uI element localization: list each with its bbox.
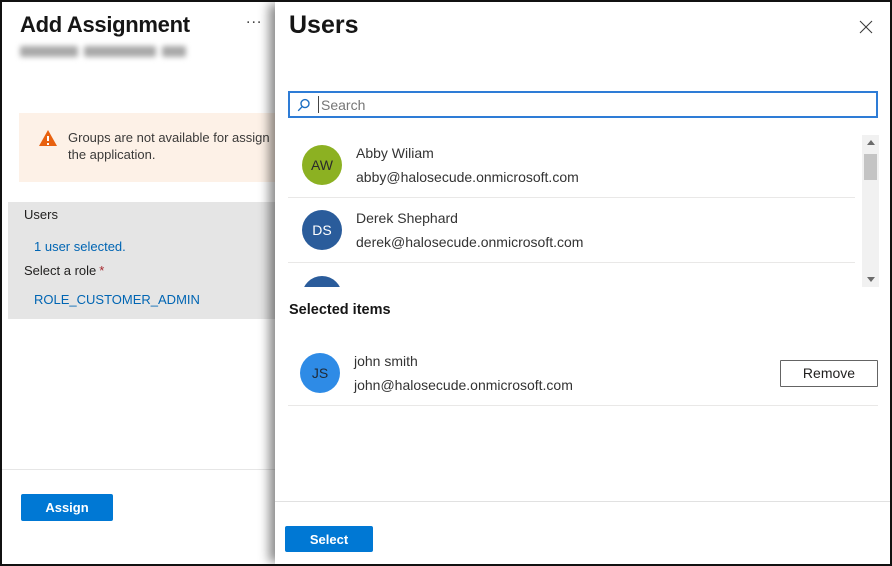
user-email: john@halosecude.onmicrosoft.com: [354, 377, 766, 393]
screenshot-root: Add Assignment ... Groups are not availa…: [0, 0, 892, 566]
avatar: DS: [302, 276, 342, 288]
close-icon[interactable]: [858, 19, 874, 35]
users-picker-panel: Users Search AW Abby Wiliam abby@halosec…: [275, 2, 890, 564]
more-options-button[interactable]: ...: [246, 10, 262, 28]
list-scrollbar[interactable]: [862, 135, 879, 287]
assignment-form-section: Users 1 user selected. Select a role* RO…: [8, 202, 275, 319]
select-button[interactable]: Select: [285, 526, 373, 552]
add-assignment-panel: Add Assignment ... Groups are not availa…: [2, 2, 275, 564]
user-name: Derek Shephard: [356, 284, 458, 288]
search-input[interactable]: Search: [288, 91, 878, 118]
assign-button[interactable]: Assign: [21, 494, 113, 521]
user-list: AW Abby Wiliam abby@halosecude.onmicroso…: [275, 133, 890, 287]
panel-title: Users: [289, 11, 359, 40]
scroll-down-icon[interactable]: [862, 272, 879, 287]
page-title: Add Assignment: [20, 12, 190, 38]
warning-icon: [39, 130, 57, 146]
avatar: JS: [300, 353, 340, 393]
users-label: Users: [24, 207, 58, 222]
user-name: john smith: [354, 353, 766, 369]
list-item[interactable]: DS Derek Shephard: [288, 263, 855, 287]
selected-divider: [288, 405, 878, 406]
scroll-up-icon[interactable]: [862, 135, 879, 150]
user-email: abby@halosecude.onmicrosoft.com: [356, 169, 579, 185]
required-asterisk: *: [99, 263, 104, 278]
select-role-label: Select a role*: [24, 263, 104, 278]
footer-divider: [2, 469, 275, 470]
redacted-subtitle: [20, 46, 210, 59]
scrollbar-thumb[interactable]: [864, 154, 877, 180]
search-icon: [297, 98, 311, 112]
user-name: Derek Shephard: [356, 210, 583, 226]
list-item[interactable]: DS Derek Shephard derek@halosecude.onmic…: [288, 198, 855, 263]
user-email: derek@halosecude.onmicrosoft.com: [356, 234, 583, 250]
avatar: AW: [302, 145, 342, 185]
remove-button[interactable]: Remove: [780, 360, 878, 387]
selected-items-label: Selected items: [289, 302, 391, 318]
user-name: Abby Wiliam: [356, 145, 579, 161]
warning-text: Groups are not available for assign the …: [68, 129, 270, 182]
text-caret: [318, 96, 319, 113]
list-item[interactable]: AW Abby Wiliam abby@halosecude.onmicroso…: [288, 133, 855, 198]
avatar: DS: [302, 210, 342, 250]
footer-divider: [275, 501, 890, 502]
search-placeholder: Search: [321, 97, 365, 113]
role-value-link[interactable]: ROLE_CUSTOMER_ADMIN: [34, 292, 200, 307]
warning-banner: Groups are not available for assign the …: [19, 113, 275, 182]
selected-item-row: JS john smith john@halosecude.onmicrosof…: [300, 342, 878, 404]
users-selected-link[interactable]: 1 user selected.: [34, 239, 126, 254]
